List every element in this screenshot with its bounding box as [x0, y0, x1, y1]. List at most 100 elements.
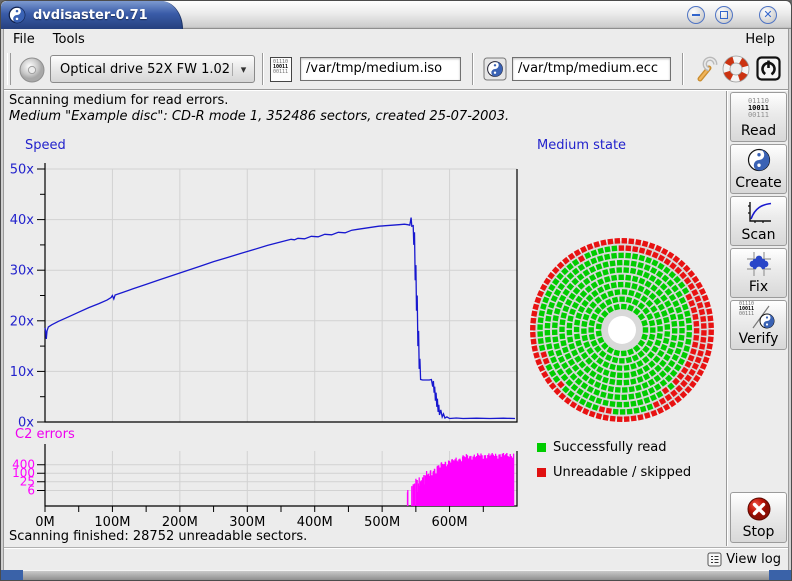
speed-ytick-label: 50x — [10, 163, 35, 178]
x-tick-label: 0M — [35, 515, 55, 530]
x-tick-label: 400M — [297, 515, 333, 530]
disc-sector-ok — [574, 333, 580, 339]
app-yinyang-icon — [8, 6, 26, 24]
help-lifebuoy-icon[interactable] — [722, 55, 750, 83]
disc-sector-ok — [656, 319, 662, 325]
disc-sector-ok — [537, 324, 543, 330]
disc-sector-unreadable — [637, 414, 643, 420]
disc-sector-unreadable — [708, 322, 714, 328]
disc-sector-ok — [538, 317, 544, 323]
disc-sector-unreadable — [699, 309, 705, 315]
legend-label: Successfully read — [553, 440, 666, 455]
menu-tools[interactable]: Tools — [44, 30, 94, 49]
speed-ytick-label: 0x — [18, 416, 34, 431]
menu-bar: File Tools Help — [4, 29, 790, 49]
scan-button[interactable]: Scan — [730, 196, 787, 246]
legend-label: Unreadable / skipped — [553, 465, 691, 480]
toolbar-grip[interactable] — [7, 53, 11, 85]
disc-sector-ok — [657, 326, 663, 332]
disc-sector-unreadable — [701, 323, 707, 329]
gridlines — [45, 169, 517, 506]
stop-button[interactable]: Stop — [730, 492, 787, 543]
disc-sector-ok — [613, 409, 619, 415]
maximize-button[interactable] — [715, 6, 733, 24]
disc-sector-ok — [686, 318, 692, 324]
disc-sector-ok — [604, 254, 610, 260]
disc-sector-ok — [537, 331, 543, 337]
close-button[interactable]: ✕ — [759, 6, 777, 24]
disc-sector-ok — [607, 393, 613, 399]
disc-sector-unreadable — [635, 239, 641, 245]
legend-successfully-read: Successfully read — [537, 440, 666, 455]
disc-sector-ok — [611, 253, 617, 259]
disc-sector-unreadable — [625, 245, 631, 251]
disc-sector-ok — [617, 372, 623, 378]
disc-sector-ok — [624, 365, 630, 371]
disc-sector-ok — [630, 268, 636, 274]
minimize-button[interactable] — [687, 6, 705, 24]
verify-button[interactable]: 01110 10011 00111 Verify — [730, 300, 787, 350]
fix-button[interactable]: Fix — [730, 248, 787, 298]
disc-sector-unreadable — [694, 328, 699, 333]
disc-sector-ok — [539, 345, 545, 351]
iso-path-input[interactable]: /var/tmp/medium.iso — [300, 57, 461, 81]
view-log-label: View log — [726, 552, 781, 567]
disc-sector-unreadable — [708, 330, 714, 336]
medium-state-disc — [528, 236, 718, 426]
disc-sector-ok — [618, 282, 624, 288]
x-tick-label: 300M — [229, 515, 265, 530]
disc-sector-ok — [621, 351, 627, 357]
disc-sector-ok — [664, 324, 670, 330]
disc-sector-unreadable — [606, 408, 612, 414]
toolbar-separator — [262, 53, 264, 85]
read-button[interactable]: 01110 10011 00111 Read — [730, 92, 787, 142]
disc-sector-ok — [552, 336, 558, 342]
ecc-path-input[interactable]: /var/tmp/medium.ecc — [512, 57, 671, 81]
disc-sector-ok — [631, 261, 637, 267]
fix-button-label: Fix — [749, 279, 768, 295]
disc-sector-ok — [623, 267, 629, 273]
disc-sector-unreadable — [632, 246, 638, 252]
quit-power-icon[interactable] — [756, 56, 781, 81]
disc-sector-ok — [624, 260, 630, 266]
disc-sector-ok — [545, 323, 551, 329]
drive-select-dropdown[interactable]: Optical drive 52X FW 1.02 ▾ — [50, 55, 255, 83]
disc-sector-unreadable — [531, 345, 537, 351]
disc-sector-unreadable — [700, 337, 706, 343]
disc-sector-ok — [616, 267, 622, 273]
disc-sector-ok — [618, 253, 623, 258]
x-tick-label: 100M — [94, 515, 130, 530]
disc-sector-unreadable — [531, 339, 537, 345]
disc-sector-unreadable — [708, 336, 714, 342]
disc-sector-ok — [619, 296, 624, 301]
view-log-button[interactable]: View log — [704, 551, 784, 568]
ecc-file-icon — [482, 56, 508, 82]
disc-sector-ok — [624, 402, 630, 408]
toolbar-separator — [472, 53, 474, 85]
disc-sector-unreadable — [693, 321, 699, 327]
disc-sector-ok — [539, 310, 545, 316]
preferences-wrench-icon[interactable] — [692, 55, 718, 83]
toolbar-separator — [682, 53, 684, 85]
disc-sector-unreadable — [530, 325, 536, 331]
log-list-icon — [707, 552, 722, 567]
status-line-action: Scanning medium for read errors. — [9, 93, 228, 108]
scan-button-label: Scan — [741, 227, 775, 243]
create-button[interactable]: Create — [730, 144, 787, 194]
disc-sector-ok — [622, 289, 628, 295]
disc-sector-unreadable — [614, 238, 620, 244]
title-bar[interactable]: dvdisaster-0.71 ✕ — [1, 1, 791, 29]
scan-result-status: Scanning finished: 28752 unreadable sect… — [9, 529, 307, 544]
disc-sector-ok — [610, 371, 616, 377]
disc-sector-unreadable — [701, 330, 707, 336]
disc-sector-unreadable — [622, 238, 628, 244]
disc-sector-ok — [596, 323, 602, 329]
disc-sector-ok — [588, 327, 593, 332]
stop-button-label: Stop — [743, 524, 775, 540]
disc-sector-unreadable — [600, 239, 606, 245]
window-title: dvdisaster-0.71 — [33, 8, 148, 23]
disc-sector-ok — [567, 315, 573, 321]
menu-help[interactable]: Help — [736, 30, 784, 49]
disc-sector-ok — [609, 268, 615, 274]
menu-file[interactable]: File — [4, 30, 44, 49]
